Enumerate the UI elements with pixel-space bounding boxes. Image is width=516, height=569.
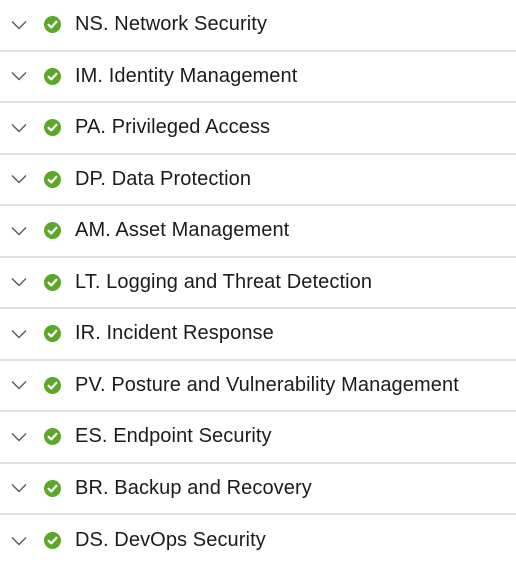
control-row-lt[interactable]: LT. Logging and Threat Detection xyxy=(0,258,516,309)
control-row-es[interactable]: ES. Endpoint Security xyxy=(0,412,516,464)
control-label: IR. Incident Response xyxy=(75,322,274,345)
chevron-down-icon[interactable] xyxy=(9,221,29,241)
chevron-down-icon[interactable] xyxy=(9,169,29,189)
control-row-ds[interactable]: DS. DevOps Security xyxy=(0,515,516,567)
control-row-ns[interactable]: NS. Network Security xyxy=(0,0,516,52)
control-row-am[interactable]: AM. Asset Management xyxy=(0,206,516,258)
control-label: AM. Asset Management xyxy=(75,219,290,242)
control-label: IM. Identity Management xyxy=(75,64,298,87)
chevron-down-icon[interactable] xyxy=(9,118,29,138)
chevron-down-icon[interactable] xyxy=(9,324,29,344)
check-circle-icon xyxy=(44,532,61,550)
control-row-im[interactable]: IM. Identity Management xyxy=(0,52,516,103)
check-circle-icon xyxy=(44,67,61,85)
chevron-down-icon[interactable] xyxy=(9,478,29,498)
check-circle-icon xyxy=(44,16,61,34)
control-label: ES. Endpoint Security xyxy=(75,425,272,448)
control-row-dp[interactable]: DP. Data Protection xyxy=(0,155,516,206)
control-label: BR. Backup and Recovery xyxy=(75,476,312,499)
chevron-down-icon[interactable] xyxy=(9,531,29,551)
chevron-down-icon[interactable] xyxy=(9,427,29,447)
check-circle-icon xyxy=(44,170,61,188)
chevron-down-icon[interactable] xyxy=(9,375,29,395)
check-circle-icon xyxy=(44,119,61,137)
check-circle-icon xyxy=(44,376,61,394)
control-row-ir[interactable]: IR. Incident Response xyxy=(0,309,516,361)
check-circle-icon xyxy=(44,273,61,291)
chevron-down-icon[interactable] xyxy=(9,272,29,292)
control-label: NS. Network Security xyxy=(75,13,268,36)
chevron-down-icon[interactable] xyxy=(9,66,29,86)
control-row-pv[interactable]: PV. Posture and Vulnerability Management xyxy=(0,361,516,412)
control-list: NS. Network Security IM. Identity Managem… xyxy=(0,0,516,567)
check-circle-icon xyxy=(44,325,61,343)
check-circle-icon xyxy=(44,428,61,446)
control-label: PV. Posture and Vulnerability Management xyxy=(75,373,459,396)
check-circle-icon xyxy=(44,479,61,497)
check-circle-icon xyxy=(44,222,61,240)
control-row-pa[interactable]: PA. Privileged Access xyxy=(0,103,516,155)
control-label: LT. Logging and Threat Detection xyxy=(75,270,373,293)
chevron-down-icon[interactable] xyxy=(9,15,29,35)
control-label: PA. Privileged Access xyxy=(75,116,271,139)
control-row-br[interactable]: BR. Backup and Recovery xyxy=(0,464,516,515)
control-label: DP. Data Protection xyxy=(75,167,252,190)
control-label: DS. DevOps Security xyxy=(75,529,266,552)
